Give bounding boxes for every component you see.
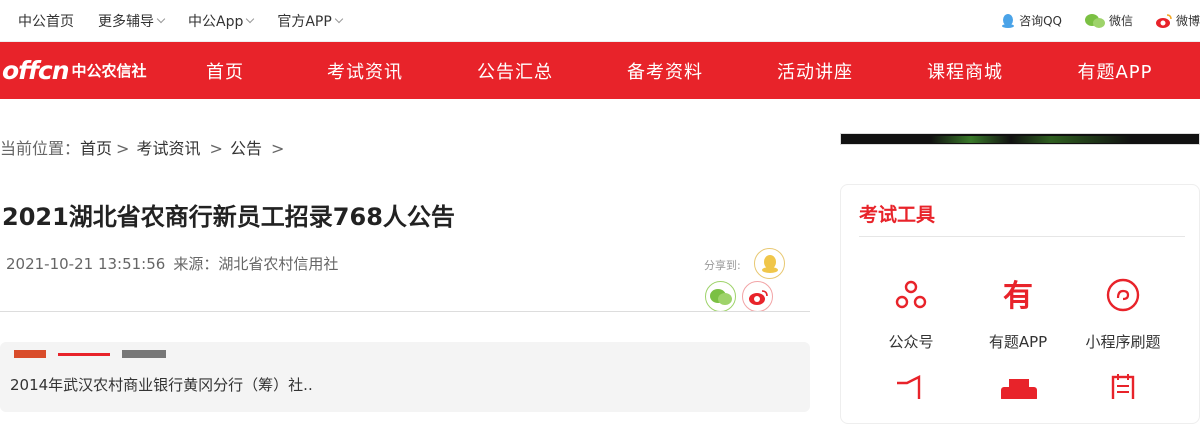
svg-text:有: 有: [1003, 279, 1033, 311]
tool-print[interactable]: [999, 375, 1039, 403]
top-link-home[interactable]: 中公首页: [18, 11, 74, 31]
nav-item-youti-app[interactable]: 有题APP: [1040, 58, 1190, 84]
tool-label: 小程序刷题: [1085, 333, 1161, 351]
article-meta: 2021-10-21 13:51:56 来源：湖北省农村信用社: [6, 253, 346, 274]
chevron-down-icon: [246, 14, 255, 23]
related-thumbnails: [14, 350, 178, 358]
tool-notes[interactable]: [1109, 373, 1137, 403]
breadcrumb-announcement[interactable]: 公告: [230, 139, 262, 158]
share-label: 分享到:: [704, 259, 741, 272]
nav-item-materials[interactable]: 备考资料: [590, 58, 740, 84]
weibo-icon: [1155, 13, 1172, 28]
qq-icon: [1002, 13, 1015, 28]
main-nav: offcn 中公农信社 首页 考试资讯 公告汇总 备考资料 活动讲座 课程商城 …: [0, 42, 1200, 99]
breadcrumb-separator: >: [116, 139, 130, 158]
banner-image: [931, 136, 1131, 143]
breadcrumb: 当前位置：首页 > 考试资讯 > 公告 >: [0, 135, 291, 159]
top-link-offcn-app[interactable]: 中公App: [188, 11, 255, 31]
sidebar-banner[interactable]: [840, 133, 1200, 145]
chevron-down-icon: [156, 14, 166, 23]
tool-broadcast[interactable]: [893, 375, 927, 403]
tool-youti-app[interactable]: 有 有题APP: [968, 275, 1068, 352]
exam-tools-divider: [859, 236, 1185, 237]
thumbnail-image: [58, 352, 110, 356]
notepad-icon: [1111, 374, 1135, 403]
weibo-link[interactable]: 微博: [1155, 12, 1200, 29]
wechat-link[interactable]: 微信: [1084, 12, 1133, 29]
share-buttons: [705, 281, 779, 312]
logo-text-en: offcn: [2, 56, 70, 85]
social-links: 咨询QQ 微信 微博: [978, 12, 1200, 29]
share-weibo-button[interactable]: [742, 281, 773, 312]
breadcrumb-home[interactable]: 首页: [80, 139, 112, 158]
nav-item-exam-news[interactable]: 考试资讯: [290, 58, 440, 84]
megaphone-icon: [897, 375, 921, 399]
top-link-label: 中公App: [188, 13, 244, 30]
nav-items: 首页 考试资讯 公告汇总 备考资料 活动讲座 课程商城 有题APP: [160, 58, 1200, 84]
site-logo[interactable]: offcn 中公农信社: [0, 42, 160, 99]
wechat-icon: [709, 288, 732, 305]
top-link-label: 官方APP: [277, 13, 332, 30]
tool-label: 有题APP: [988, 333, 1048, 351]
top-link-label: 中公首页: [18, 13, 74, 30]
tool-mini-program[interactable]: 小程序刷题: [1073, 275, 1173, 352]
nav-item-announcements[interactable]: 公告汇总: [440, 58, 590, 84]
wechat-label: 微信: [1108, 14, 1133, 28]
share-wechat-button[interactable]: [705, 281, 736, 312]
printer-icon: [1001, 379, 1037, 401]
article-source: 来源：湖北省农村信用社: [173, 255, 339, 273]
consult-qq-label: 咨询QQ: [1019, 14, 1062, 28]
share-qq-button[interactable]: [754, 248, 785, 279]
tool-official-account[interactable]: 公众号: [861, 275, 961, 352]
article-title: 2021湖北省农商行新员工招录768人公告: [2, 203, 455, 231]
exam-tools-title: 考试工具: [859, 204, 936, 226]
weibo-label: 微博: [1175, 14, 1200, 28]
weibo-icon: [748, 289, 768, 305]
youti-app-icon: 有: [1003, 279, 1033, 311]
exam-tools-panel: 考试工具 公众号 有 有题APP 小程序刷题: [840, 184, 1200, 424]
wechat-icon: [1084, 13, 1105, 28]
thumbnail-image: [122, 350, 166, 358]
nav-item-events[interactable]: 活动讲座: [740, 58, 890, 84]
mini-program-icon: [1106, 278, 1140, 312]
top-bar: 中公首页 更多辅导 中公App 官方APP 咨询QQ 微信 微博: [0, 0, 1200, 42]
nav-item-home[interactable]: 首页: [160, 58, 290, 84]
article-date: 2021-10-21 13:51:56: [6, 255, 166, 273]
qq-icon: [761, 254, 778, 273]
consult-qq-link[interactable]: 咨询QQ: [1000, 12, 1062, 29]
breadcrumb-exam-news[interactable]: 考试资讯: [136, 139, 200, 158]
breadcrumb-separator: >: [204, 139, 223, 158]
thumbnail-image: [14, 350, 46, 358]
top-link-official-app[interactable]: 官方APP: [277, 11, 344, 31]
top-links: 中公首页 更多辅导 中公App 官方APP: [18, 11, 366, 31]
chevron-down-icon: [334, 14, 344, 23]
top-link-label: 更多辅导: [98, 13, 154, 30]
top-link-more-tutoring[interactable]: 更多辅导: [98, 11, 166, 31]
breadcrumb-separator: >: [265, 139, 285, 158]
article-divider: [0, 311, 810, 312]
related-article-card[interactable]: 2014年武汉农村商业银行黄冈分行（筹）社..: [0, 342, 810, 412]
tool-label: 公众号: [888, 333, 934, 351]
logo-text-cn: 中公农信社: [71, 62, 147, 80]
official-account-icon: [895, 280, 927, 309]
nav-item-course-mall[interactable]: 课程商城: [890, 58, 1040, 84]
related-article-title: 2014年武汉农村商业银行黄冈分行（筹）社..: [10, 376, 313, 394]
breadcrumb-prefix: 当前位置：: [0, 139, 81, 158]
